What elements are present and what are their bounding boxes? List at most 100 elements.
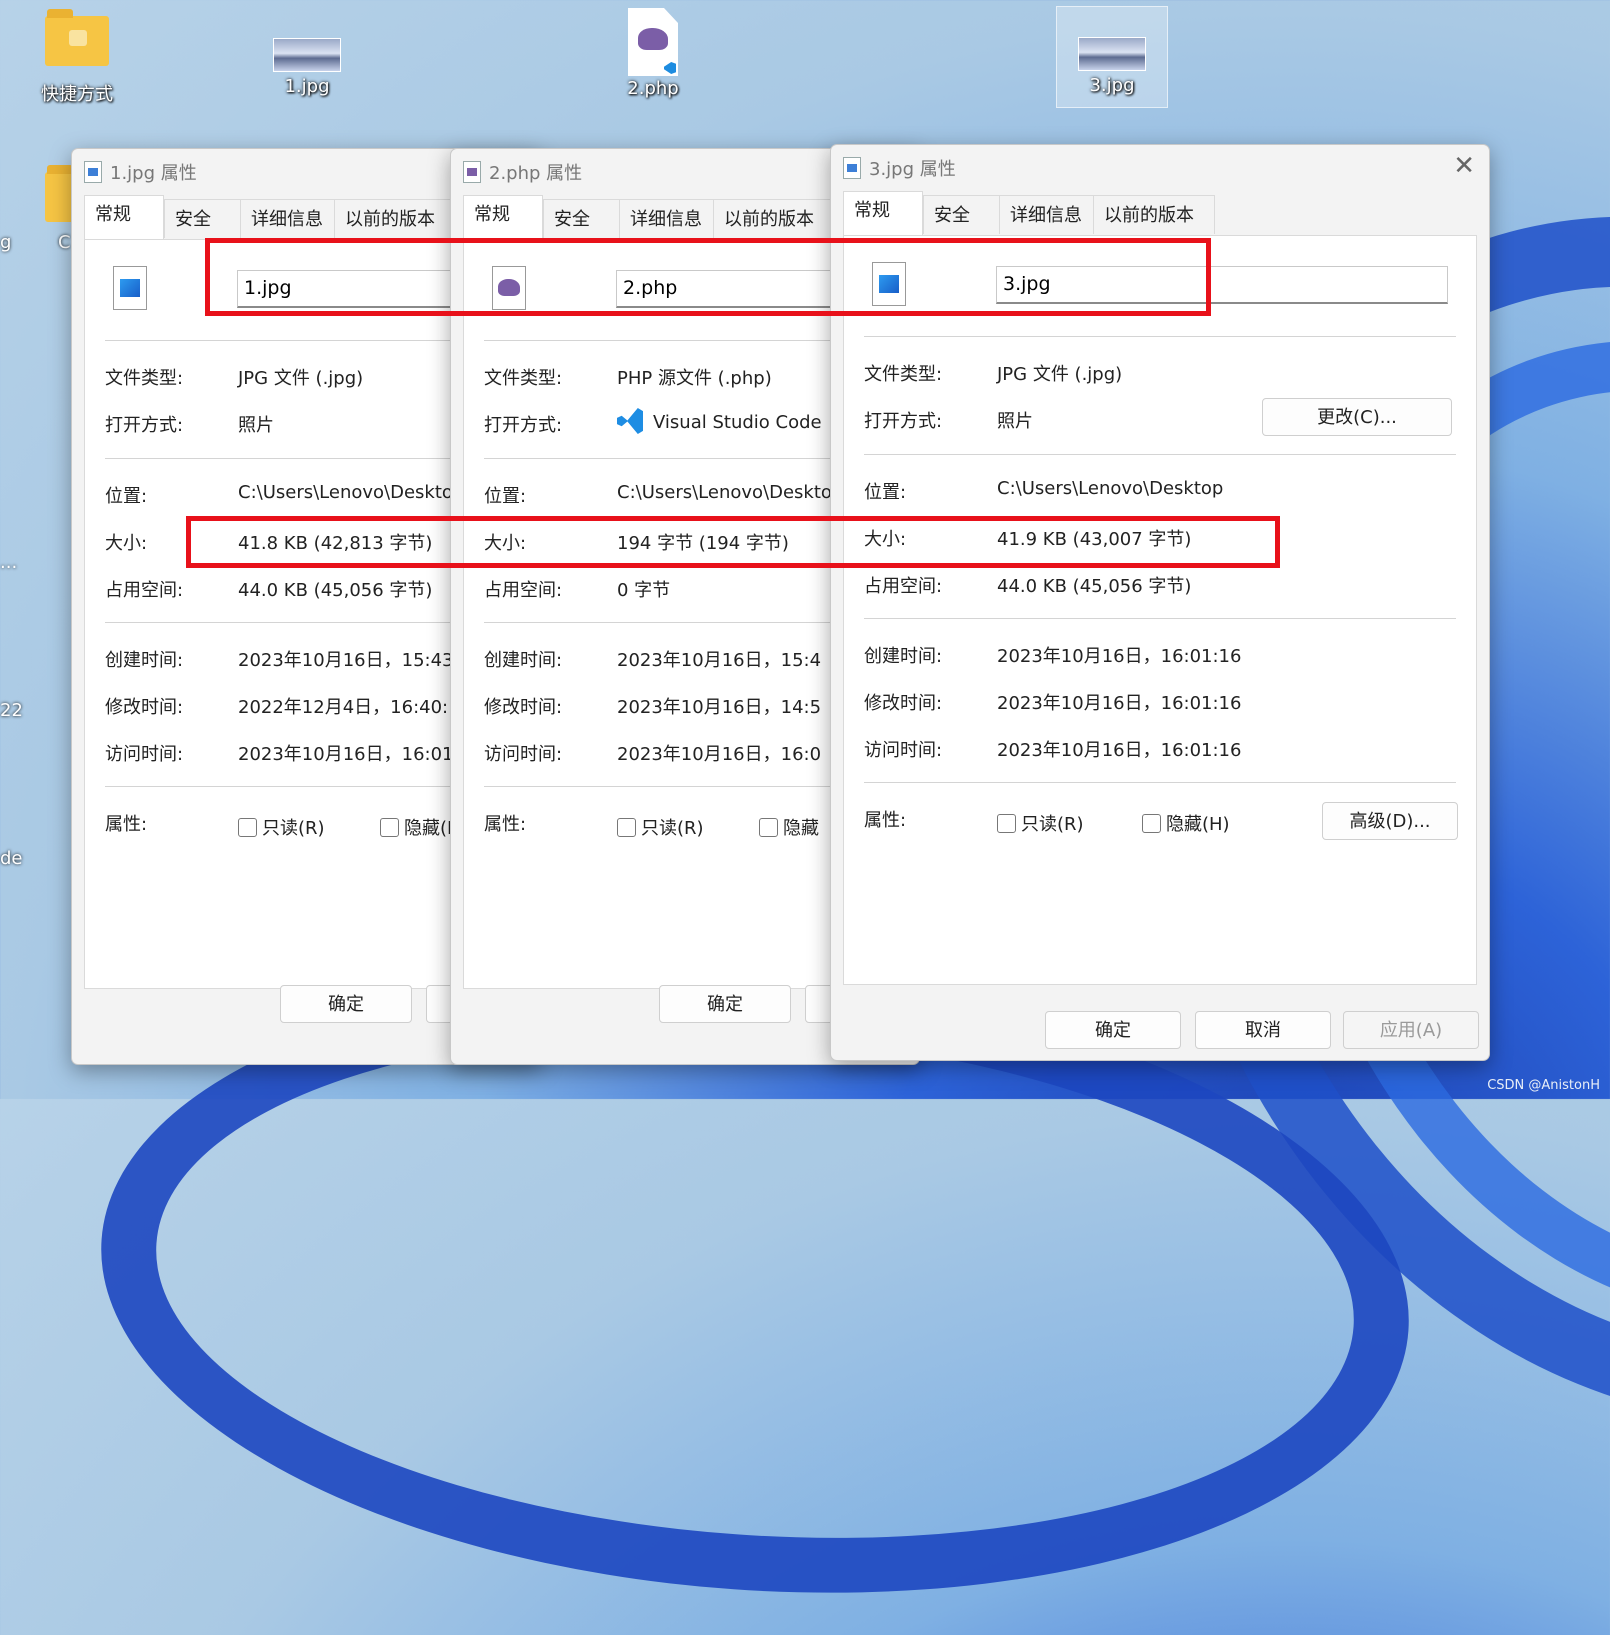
type-value: JPG 文件 (.jpg) (238, 368, 364, 389)
modified-value: 2023年10月16日，14:5 (617, 697, 822, 718)
readonly-label: 只读(R) (641, 818, 704, 839)
size-on-disk-value: 44.0 KB (45,056 字节) (238, 580, 433, 601)
desktop-icon-2php[interactable]: 2.php (598, 4, 708, 99)
tab-general[interactable]: 常规 (84, 195, 164, 240)
vscode-icon (617, 408, 643, 434)
created-value: 2023年10月16日，16:01:16 (997, 646, 1242, 667)
desktop-icon-1jpg[interactable]: 1.jpg (252, 4, 362, 97)
size-label: 大小: (105, 533, 148, 554)
desktop-edge-text: g (0, 232, 12, 253)
open-with-label: 打开方式: (484, 415, 563, 436)
accessed-value: 2023年10月16日，16:01:2 (238, 744, 472, 765)
file-icon (843, 157, 861, 179)
dialog-title: 3.jpg 属性 (869, 159, 956, 180)
desktop-edge-text: de (0, 848, 23, 869)
ok-button[interactable]: 确定 (659, 985, 791, 1023)
readonly-checkbox[interactable]: 只读(R) (997, 810, 1084, 836)
created-label: 创建时间: (484, 650, 563, 671)
desktop-icon-3jpg[interactable]: 3.jpg (1056, 6, 1168, 108)
tab-security[interactable]: 安全 (543, 199, 621, 238)
desktop-edge-text: 22 (0, 700, 23, 721)
highlight-box-size (186, 516, 1280, 568)
tab-security[interactable]: 安全 (164, 199, 242, 238)
open-with-value: 照片 (238, 415, 274, 436)
hidden-label: 隐藏(H) (1166, 814, 1230, 835)
accessed-label: 访问时间: (484, 744, 563, 765)
readonly-label: 只读(R) (262, 818, 325, 839)
apply-button[interactable]: 应用(A) (1343, 1011, 1479, 1049)
ok-button[interactable]: 确定 (280, 985, 412, 1023)
dialog-title: 2.php 属性 (489, 163, 583, 184)
dialog-title: 1.jpg 属性 (110, 163, 197, 184)
readonly-checkbox[interactable]: 只读(R) (238, 814, 325, 840)
size-on-disk-label: 占用空间: (105, 580, 184, 601)
watermark: CSDN @AnistonH (1487, 1078, 1600, 1093)
php-file-icon (463, 161, 481, 183)
tab-details[interactable]: 详细信息 (240, 199, 348, 238)
hidden-checkbox[interactable]: 隐藏(H) (1142, 810, 1230, 836)
tab-security[interactable]: 安全 (923, 195, 1001, 234)
tab-general[interactable]: 常规 (463, 195, 543, 240)
desktop-edge-text: C (58, 232, 71, 253)
tab-details[interactable]: 详细信息 (999, 195, 1107, 234)
desktop-icon-partial[interactable] (40, 160, 75, 222)
type-label: 文件类型: (864, 364, 943, 385)
desktop-icon-label: 快捷方式 (41, 84, 113, 105)
highlight-box-filename (205, 238, 1211, 316)
folder-icon (45, 9, 109, 66)
location-label: 位置: (484, 486, 527, 507)
desktop-icon-label: 3.jpg (1089, 75, 1135, 96)
tab-strip: 常规 安全 详细信息 以前的版本 (843, 191, 1489, 236)
type-value: PHP 源文件 (.php) (617, 368, 772, 389)
modified-value: 2022年12月4日，16:40:1 (238, 697, 460, 718)
hidden-label: 隐藏 (783, 818, 819, 839)
location-label: 位置: (105, 486, 148, 507)
location-value: C:\Users\Lenovo\Desktop (238, 482, 465, 503)
advanced-button[interactable]: 高级(D)... (1322, 802, 1458, 840)
tab-general[interactable]: 常规 (843, 191, 923, 236)
hidden-checkbox[interactable]: 隐藏 (759, 814, 819, 840)
type-label: 文件类型: (105, 368, 184, 389)
file-icon (84, 161, 102, 183)
size-on-disk-value: 0 字节 (617, 580, 671, 601)
cancel-button[interactable]: 取消 (1195, 1011, 1331, 1049)
hidden-checkbox[interactable]: 隐藏(H (380, 814, 461, 840)
readonly-checkbox[interactable]: 只读(R) (617, 814, 704, 840)
change-button[interactable]: 更改(C)... (1262, 398, 1452, 436)
modified-label: 修改时间: (105, 697, 184, 718)
ok-button[interactable]: 确定 (1045, 1011, 1181, 1049)
open-with-value: Visual Studio Code (617, 408, 822, 434)
desktop-icon-label: 1.jpg (284, 76, 330, 97)
open-with-label: 打开方式: (105, 415, 184, 436)
attributes-label: 属性: (484, 814, 527, 835)
image-file-icon (113, 266, 147, 310)
modified-value: 2023年10月16日，16:01:16 (997, 693, 1242, 714)
desktop-icon-label: 2.php (627, 78, 679, 99)
desktop-edge-text: ... (0, 552, 18, 573)
created-value: 2023年10月16日，15:43:0 (238, 650, 472, 671)
desktop-icon-shortcut[interactable]: 快捷方式 (22, 4, 132, 106)
created-label: 创建时间: (105, 650, 184, 671)
tab-previous-versions[interactable]: 以前的版本 (334, 199, 456, 238)
tab-previous-versions[interactable]: 以前的版本 (1093, 195, 1215, 234)
tab-details[interactable]: 详细信息 (619, 199, 727, 238)
open-with-label: 打开方式: (864, 411, 943, 432)
attributes-label: 属性: (105, 814, 148, 835)
accessed-value: 2023年10月16日，16:0 (617, 744, 822, 765)
open-with-app: Visual Studio Code (653, 412, 822, 433)
image-file-icon (273, 38, 341, 72)
close-icon[interactable]: ✕ (1453, 151, 1475, 181)
image-file-icon (1078, 37, 1146, 71)
type-value: JPG 文件 (.jpg) (997, 364, 1123, 385)
accessed-label: 访问时间: (105, 744, 184, 765)
readonly-label: 只读(R) (1021, 814, 1084, 835)
modified-label: 修改时间: (484, 697, 563, 718)
size-on-disk-label: 占用空间: (484, 580, 563, 601)
location-value: C:\Users\Lenovo\Desktop (997, 478, 1224, 499)
location-label: 位置: (864, 482, 907, 503)
title-bar[interactable]: 3.jpg 属性 ✕ (831, 145, 1489, 189)
attributes-label: 属性: (864, 810, 907, 831)
tab-previous-versions[interactable]: 以前的版本 (713, 199, 835, 238)
size-on-disk-value: 44.0 KB (45,056 字节) (997, 576, 1192, 597)
type-label: 文件类型: (484, 368, 563, 389)
